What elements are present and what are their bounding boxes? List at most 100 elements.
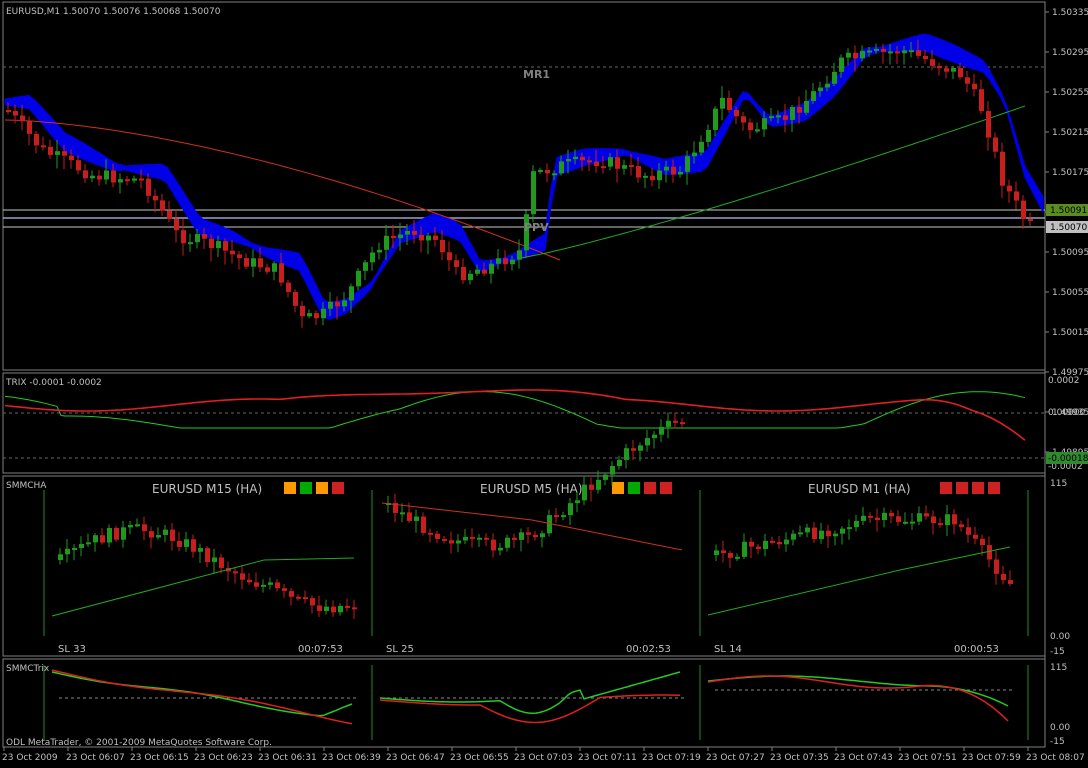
trix-lines [4, 389, 1026, 441]
price-tick-label: 1.50055 [1052, 288, 1088, 298]
candle-body [790, 107, 795, 120]
candle-body [349, 286, 354, 301]
candle-body [699, 141, 704, 153]
sub-candle-body [107, 528, 112, 543]
candle-body [230, 250, 235, 255]
sub-candle-body [777, 542, 782, 545]
candle-body [1000, 151, 1005, 186]
candle-body [167, 210, 172, 219]
sub-candle-body [812, 527, 817, 540]
candle-body [755, 129, 760, 132]
candle-body [685, 156, 690, 172]
sub-chart-title: EURUSD M1 (HA) [808, 482, 911, 496]
sub-candle-body [296, 596, 301, 599]
candle-body [447, 252, 452, 261]
candle-body [384, 235, 389, 250]
candle-body [545, 169, 550, 174]
sub-candle-body [617, 459, 622, 467]
candle-body [48, 146, 53, 155]
candle-body [783, 115, 788, 120]
sub-candle-body [247, 579, 252, 583]
candle-body [97, 175, 102, 180]
candle-body [531, 171, 536, 215]
time-tick-label: 23 Oct 07:03 [514, 753, 573, 763]
sub-candle-body [875, 517, 880, 520]
sub-candle-body [756, 546, 761, 549]
sub-candle-body [338, 605, 343, 613]
signal-box [988, 482, 1000, 494]
smmctrix-lines [43, 665, 1029, 740]
sub-candle-body [135, 524, 140, 527]
sub-candle-body [505, 537, 510, 548]
sub-candle-body [352, 607, 357, 610]
candle-body [881, 48, 886, 52]
sub-candle-body [512, 537, 517, 540]
candle-body [433, 235, 438, 240]
smmcha-sub-charts: EURUSD M15 (HA) SL 33 00:07:53 EURUSD M5 (H… [43, 412, 1029, 655]
candle-body [615, 157, 620, 169]
sub-candle-body [212, 557, 217, 563]
candle-body [580, 156, 585, 161]
candle-body [706, 129, 711, 142]
sub-candle-body [142, 524, 147, 532]
candle-body [405, 230, 410, 235]
candle-body [321, 308, 326, 319]
candle-body [13, 111, 18, 116]
smmcha-panel-frame [2, 475, 1046, 657]
sub-ma-line [707, 546, 1011, 616]
sub-candle-body [826, 530, 831, 537]
sub-candle-body [442, 538, 447, 541]
sub-candle-body [484, 537, 489, 540]
time-tick-label: 23 Oct 07:11 [578, 753, 637, 763]
candle-body [335, 301, 340, 307]
sub-candle-body [498, 547, 503, 551]
time-tick-label: 23 Oct 06:23 [194, 753, 253, 763]
candle-body [111, 170, 116, 183]
trix-tick-label: 0.0002 [1048, 376, 1080, 386]
candle-body [804, 100, 809, 113]
price-tick-label: 1.50255 [1052, 88, 1088, 98]
candle-body [440, 239, 445, 253]
sub-candle-body [463, 536, 468, 541]
sub-candle-body [561, 515, 566, 518]
price-tick-label: 1.50215 [1052, 128, 1088, 138]
time-tick-label: 23 Oct 06:47 [386, 753, 445, 763]
candle-body [972, 83, 977, 90]
time-axis: 23 Oct 2009 23 Oct 06:07 23 Oct 06:15 23 Oc… [2, 747, 1085, 763]
symbol-info: EURUSD,M1 1.50070 1.50076 1.50068 1.5007… [6, 7, 221, 17]
sub-candle-body [72, 548, 77, 551]
sub-candle-body [121, 527, 126, 540]
sub-candle-body [65, 548, 70, 555]
sub-candle-body [477, 537, 482, 540]
candle-body [76, 160, 81, 171]
candle-body [27, 121, 32, 134]
smmcha-tick-label: 115 [1050, 479, 1067, 489]
signal-box [300, 482, 312, 494]
candle-body [909, 50, 914, 53]
candle-body [671, 166, 676, 175]
sub-candle-body [526, 532, 531, 535]
candle-body [1007, 185, 1012, 192]
candle-body [1014, 191, 1019, 201]
time-tick-label: 23 Oct 06:55 [450, 753, 509, 763]
sub-candle-body [456, 540, 461, 544]
candle-body [608, 157, 613, 167]
sub-candle-body [680, 422, 685, 425]
sub-candle-body [917, 513, 922, 522]
candle-body [202, 234, 207, 239]
smmctrix-tick-label: 0.00 [1050, 723, 1070, 733]
sub-candle-body [714, 550, 719, 555]
sub-candle-body [289, 591, 294, 597]
sub-candle-body [987, 545, 992, 560]
smmctrix-main-line [51, 669, 353, 725]
candle-body [643, 175, 648, 178]
candle-body [496, 258, 501, 264]
sub-candle-body [491, 539, 496, 551]
chart-window[interactable]: EURUSD M15 (HA) SL 33 00:07:53 EURUSD M5 (H… [0, 0, 1088, 768]
candle-body [265, 267, 270, 272]
signal-box [972, 482, 984, 494]
candle-body [153, 195, 158, 201]
candle-body [916, 50, 921, 56]
candle-body [181, 230, 186, 244]
stop-loss-label: SL 25 [386, 644, 414, 655]
